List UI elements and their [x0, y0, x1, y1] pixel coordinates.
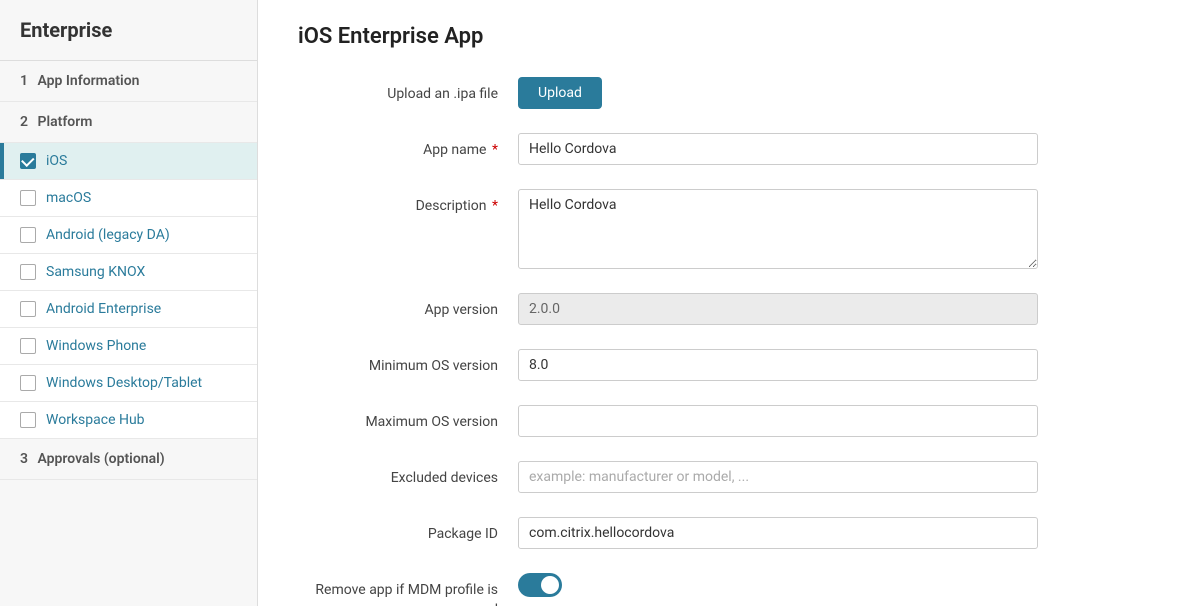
sidebar: Enterprise 1 App Information 2 Platform …	[0, 0, 258, 606]
package-id-row: Package ID	[298, 517, 1142, 553]
toggle-slider	[518, 573, 562, 597]
app-version-label: App version	[298, 293, 518, 321]
sidebar-title: Enterprise	[0, 0, 257, 61]
android-enterprise-checkbox[interactable]	[20, 301, 36, 317]
min-os-control	[518, 349, 1038, 381]
excluded-devices-label: Excluded devices	[298, 461, 518, 489]
max-os-input[interactable]	[518, 405, 1038, 437]
min-os-label: Minimum OS version	[298, 349, 518, 377]
app-info-step: 1	[20, 73, 28, 89]
remove-app-toggle[interactable]	[518, 573, 562, 597]
package-id-label: Package ID	[298, 517, 518, 545]
remove-app-label: Remove app if MDM profile is removed	[298, 573, 518, 606]
upload-row: Upload an .ipa file Upload	[298, 77, 1142, 113]
excluded-devices-input[interactable]	[518, 461, 1038, 493]
platform-label: Platform	[37, 114, 92, 130]
upload-control: Upload	[518, 77, 1038, 109]
android-legacy-checkbox[interactable]	[20, 227, 36, 243]
platform-item-android-legacy[interactable]: Android (legacy DA)	[0, 217, 257, 254]
ios-checkbox[interactable]	[20, 153, 36, 169]
main-content: iOS Enterprise App Upload an .ipa file U…	[258, 0, 1182, 606]
samsung-knox-label: Samsung KNOX	[46, 264, 145, 280]
platform-item-windows-desktop[interactable]: Windows Desktop/Tablet	[0, 365, 257, 402]
excluded-devices-control	[518, 461, 1038, 493]
app-name-row: App name *	[298, 133, 1142, 169]
platform-item-macos[interactable]: macOS	[0, 180, 257, 217]
android-legacy-label: Android (legacy DA)	[46, 227, 170, 243]
max-os-row: Maximum OS version	[298, 405, 1142, 441]
platform-item-samsung-knox[interactable]: Samsung KNOX	[0, 254, 257, 291]
app-version-control	[518, 293, 1038, 325]
windows-phone-label: Windows Phone	[46, 338, 146, 354]
description-control: Hello Cordova	[518, 189, 1038, 273]
platform-item-windows-phone[interactable]: Windows Phone	[0, 328, 257, 365]
package-id-control	[518, 517, 1038, 549]
app-version-row: App version	[298, 293, 1142, 329]
android-enterprise-label: Android Enterprise	[46, 301, 161, 317]
workspace-hub-label: Workspace Hub	[46, 412, 145, 428]
platform-item-android-enterprise[interactable]: Android Enterprise	[0, 291, 257, 328]
platform-item-workspace-hub[interactable]: Workspace Hub	[0, 402, 257, 439]
app-name-label: App name *	[298, 133, 518, 161]
description-label: Description *	[298, 189, 518, 217]
sidebar-section-platform[interactable]: 2 Platform	[0, 102, 257, 143]
min-os-row: Minimum OS version	[298, 349, 1142, 385]
ios-label: iOS	[46, 153, 67, 169]
windows-desktop-checkbox[interactable]	[20, 375, 36, 391]
upload-label: Upload an .ipa file	[298, 77, 518, 105]
windows-desktop-label: Windows Desktop/Tablet	[46, 375, 202, 391]
samsung-knox-checkbox[interactable]	[20, 264, 36, 280]
page-title: iOS Enterprise App	[298, 24, 1142, 49]
active-indicator	[0, 143, 4, 179]
description-textarea[interactable]: Hello Cordova	[518, 189, 1038, 269]
upload-button[interactable]: Upload	[518, 77, 602, 109]
remove-app-control	[518, 573, 1038, 597]
excluded-devices-row: Excluded devices	[298, 461, 1142, 497]
min-os-input[interactable]	[518, 349, 1038, 381]
description-row: Description * Hello Cordova	[298, 189, 1142, 273]
max-os-label: Maximum OS version	[298, 405, 518, 433]
remove-app-row: Remove app if MDM profile is removed	[298, 573, 1142, 606]
approvals-step: 3	[20, 451, 28, 467]
macos-checkbox[interactable]	[20, 190, 36, 206]
platform-item-ios[interactable]: iOS	[0, 143, 257, 180]
approvals-label: Approvals (optional)	[37, 451, 164, 467]
workspace-hub-checkbox[interactable]	[20, 412, 36, 428]
platform-list: iOS macOS Android (legacy DA) Samsung KN…	[0, 143, 257, 439]
app-version-input	[518, 293, 1038, 325]
macos-label: macOS	[46, 190, 91, 206]
sidebar-section-app-info[interactable]: 1 App Information	[0, 61, 257, 102]
sidebar-section-approvals[interactable]: 3 Approvals (optional)	[0, 439, 257, 480]
windows-phone-checkbox[interactable]	[20, 338, 36, 354]
app-info-label: App Information	[37, 73, 139, 89]
max-os-control	[518, 405, 1038, 437]
package-id-input[interactable]	[518, 517, 1038, 549]
app-name-input[interactable]	[518, 133, 1038, 165]
platform-step: 2	[20, 114, 28, 130]
app-name-control	[518, 133, 1038, 165]
